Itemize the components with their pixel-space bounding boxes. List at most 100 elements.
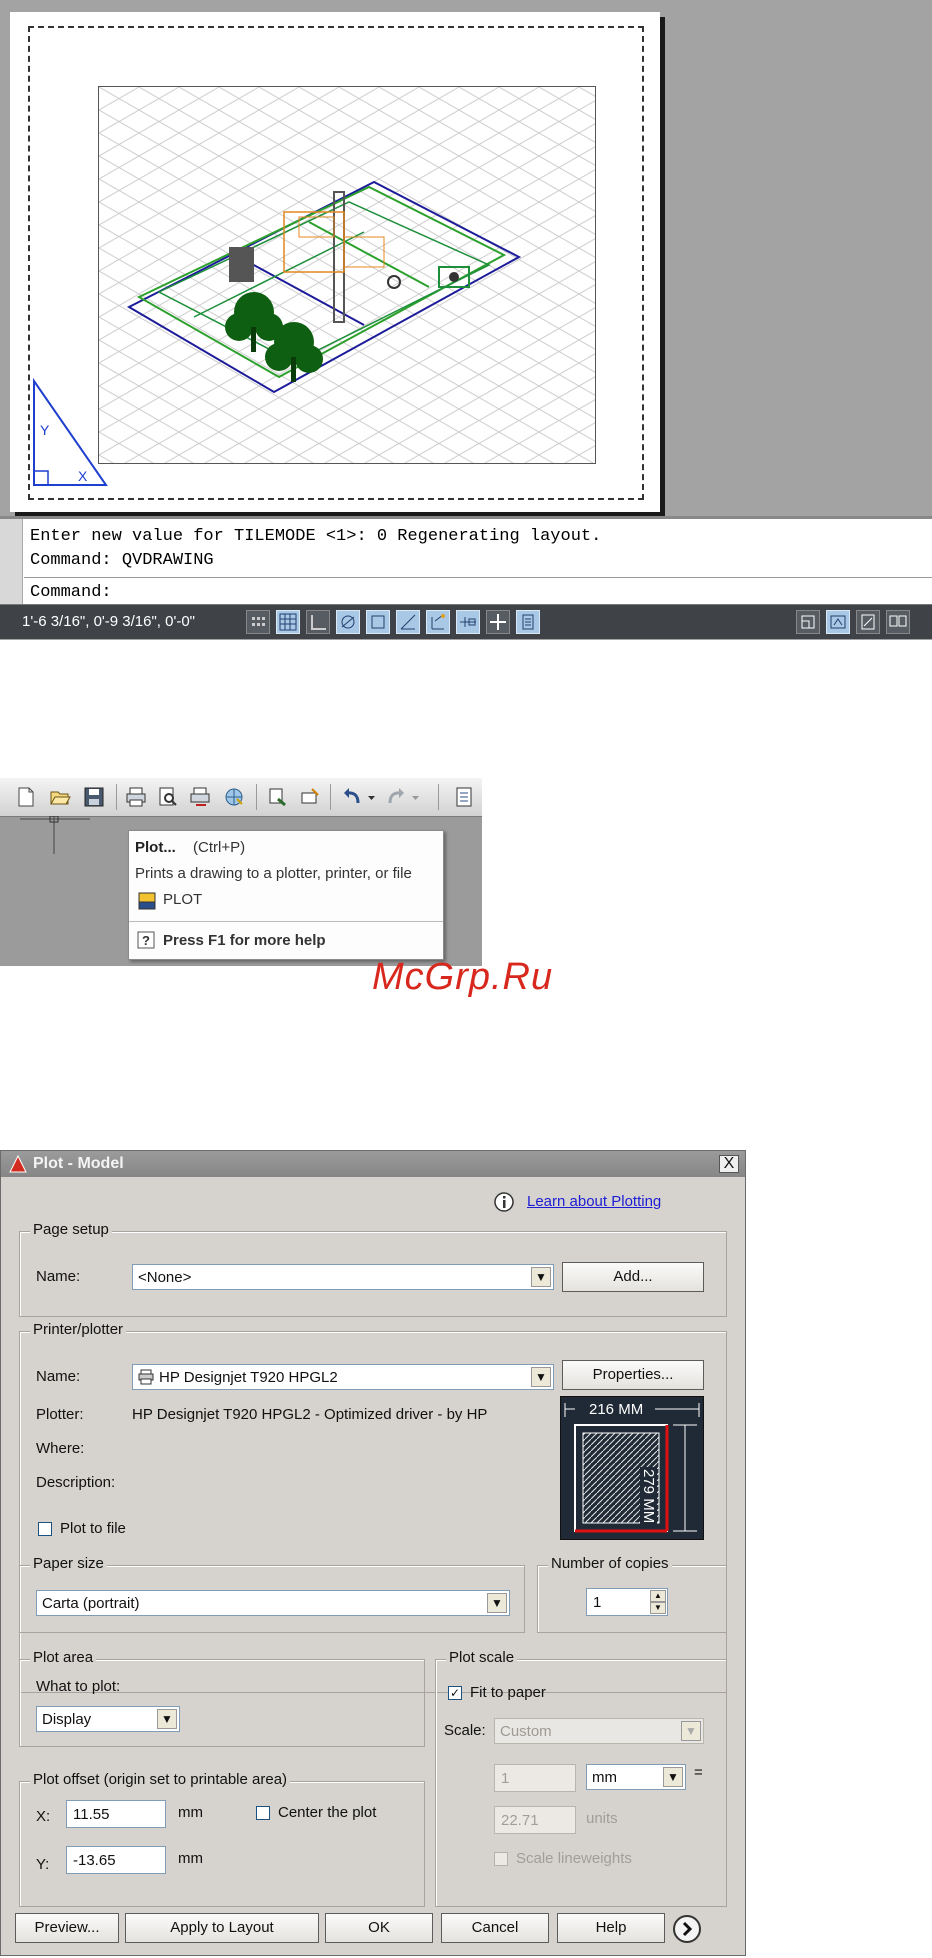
coordinate-display[interactable]: 1'-6 3/16", 0'-9 3/16", 0'-0" xyxy=(22,613,195,630)
tooltip-description: Prints a drawing to a plotter, printer, … xyxy=(135,865,412,882)
equals-sign: = xyxy=(694,1764,703,1781)
scale-unit-value: mm xyxy=(592,1769,617,1786)
plot-to-file-checkbox[interactable] xyxy=(38,1522,52,1536)
paper-preview: 216 MM 279 MM xyxy=(560,1396,704,1540)
chevron-right-icon xyxy=(682,1921,693,1937)
quick-view-layouts-button[interactable] xyxy=(856,610,880,634)
undo-dropdown-icon[interactable] xyxy=(366,785,378,809)
command-window[interactable]: Enter new value for TILEMODE <1>: 0 Rege… xyxy=(0,516,932,607)
copies-value: 1 xyxy=(593,1594,602,1611)
lineweight-toggle[interactable] xyxy=(486,610,510,634)
scale-lineweights-checkbox[interactable] xyxy=(494,1852,508,1866)
offset-x-unit: mm xyxy=(178,1804,203,1821)
offset-y-label: Y: xyxy=(36,1856,50,1873)
center-plot-label: Center the plot xyxy=(278,1804,377,1821)
publish-icon[interactable] xyxy=(188,785,212,809)
chevron-down-icon: ▼ xyxy=(487,1593,507,1613)
plotter-label: Plotter: xyxy=(36,1406,84,1423)
publish-3d-icon[interactable] xyxy=(222,785,246,809)
command-prompt[interactable]: Command: xyxy=(30,583,112,602)
center-plot-checkbox[interactable] xyxy=(256,1806,270,1820)
chevron-down-icon: ▼ xyxy=(531,1367,551,1387)
scale-lineweights-label: Scale lineweights xyxy=(516,1850,632,1867)
plot-scale-group: Plot scale ✓ Fit to paper Scale: Custom … xyxy=(435,1649,727,1907)
apply-to-layout-button[interactable]: Apply to Layout xyxy=(125,1913,319,1943)
close-button[interactable]: X xyxy=(719,1155,739,1173)
polar-toggle[interactable] xyxy=(336,610,360,634)
plot-area-legend: Plot area xyxy=(30,1649,97,1666)
fit-to-paper-label: Fit to paper xyxy=(470,1684,546,1701)
command-history-line-1: Enter new value for TILEMODE <1>: 0 Rege… xyxy=(30,527,602,546)
offset-x-input[interactable]: 11.55 xyxy=(66,1800,166,1828)
otrack-toggle[interactable] xyxy=(396,610,420,634)
matchprop-icon[interactable] xyxy=(266,785,290,809)
undo-icon[interactable] xyxy=(340,785,364,809)
where-label: Where: xyxy=(36,1440,85,1457)
plot-tooltip: Plot... (Ctrl+P) Prints a drawing to a p… xyxy=(128,830,444,960)
redo-dropdown-icon[interactable] xyxy=(410,785,422,809)
plot-scale-legend: Plot scale xyxy=(446,1649,518,1666)
quick-access-toolbar xyxy=(0,778,482,817)
chevron-down-icon: ▼ xyxy=(531,1267,551,1287)
autocad-logo-icon xyxy=(9,1155,27,1173)
block-editor-icon[interactable] xyxy=(298,785,322,809)
save-icon[interactable] xyxy=(82,785,106,809)
quick-view-drawings-button[interactable] xyxy=(886,610,910,634)
printer-properties-button[interactable]: Properties... xyxy=(562,1360,704,1390)
plotter-value: HP Designjet T920 HPGL2 - Optimized driv… xyxy=(132,1406,488,1423)
layout-viewport[interactable] xyxy=(98,86,596,464)
quick-properties-toggle[interactable] xyxy=(516,610,540,634)
help-button[interactable]: Help xyxy=(557,1913,665,1943)
page-setup-name-value: <None> xyxy=(138,1269,192,1286)
open-icon[interactable] xyxy=(48,785,72,809)
ortho-toggle[interactable] xyxy=(306,610,330,634)
plot-dialog: Plot - Model X Learn about Plotting Page… xyxy=(0,1150,746,1956)
isometric-house-drawing xyxy=(99,87,595,463)
offset-y-unit: mm xyxy=(178,1850,203,1867)
ucs-y-label: Y xyxy=(40,422,50,438)
learn-about-plotting-link[interactable]: Learn about Plotting xyxy=(527,1193,661,1210)
plot-area-group: Plot area What to plot: Display ▼ xyxy=(19,1649,425,1747)
scale-numerator-input[interactable]: 1 xyxy=(494,1764,576,1792)
plot-offset-legend: Plot offset (origin set to printable are… xyxy=(30,1771,291,1788)
properties-icon[interactable] xyxy=(452,785,476,809)
grid-toggle[interactable] xyxy=(276,610,300,634)
printer-plotter-group: Printer/plotter Name: HP Designjet T920 … xyxy=(19,1321,727,1693)
dialog-titlebar[interactable]: Plot - Model X xyxy=(1,1151,745,1177)
more-options-button[interactable] xyxy=(673,1915,701,1943)
dialog-title: Plot - Model xyxy=(33,1155,124,1172)
dynamic-input-toggle[interactable] xyxy=(456,610,480,634)
preview-button[interactable]: Preview... xyxy=(15,1913,119,1943)
plot-preview-icon[interactable] xyxy=(156,785,180,809)
osnap-toggle[interactable] xyxy=(366,610,390,634)
what-to-plot-select[interactable]: Display ▼ xyxy=(36,1706,180,1732)
paper-size-select[interactable]: Carta (portrait) ▼ xyxy=(36,1590,510,1616)
scale-denominator-input[interactable]: 22.71 xyxy=(494,1806,576,1834)
ucs-icon: Y X xyxy=(33,377,108,486)
offset-x-value: 11.55 xyxy=(73,1806,110,1823)
ducs-toggle[interactable] xyxy=(426,610,450,634)
plot-command-icon xyxy=(138,892,156,910)
tooltip-command: PLOT xyxy=(163,891,203,908)
printer-name-select[interactable]: HP Designjet T920 HPGL2 ▼ xyxy=(132,1364,554,1390)
redo-icon[interactable] xyxy=(384,785,408,809)
plot-offset-group: Plot offset (origin set to printable are… xyxy=(19,1771,425,1907)
plot-icon[interactable] xyxy=(124,785,148,809)
offset-y-input[interactable]: -13.65 xyxy=(66,1846,166,1874)
cad-layout-window: Y X Enter new value for TILEMODE <1>: 0 … xyxy=(0,0,932,640)
scale-unit-select[interactable]: mm ▼ xyxy=(586,1764,686,1790)
scale-select[interactable]: Custom ▼ xyxy=(494,1718,704,1744)
infer-constraints-toggle[interactable] xyxy=(246,610,270,634)
copies-stepper[interactable]: 1 ▲ ▼ xyxy=(586,1588,668,1616)
layout-button[interactable] xyxy=(826,610,850,634)
spin-up-icon[interactable]: ▲ xyxy=(650,1590,666,1602)
new-icon[interactable] xyxy=(14,785,38,809)
page-setup-name-select[interactable]: <None> ▼ xyxy=(132,1264,554,1290)
cancel-button[interactable]: Cancel xyxy=(441,1913,549,1943)
model-space-button[interactable] xyxy=(796,610,820,634)
fit-to-paper-checkbox[interactable]: ✓ xyxy=(448,1686,462,1700)
add-page-setup-button[interactable]: Add... xyxy=(562,1262,704,1292)
spin-down-icon[interactable]: ▼ xyxy=(650,1602,666,1614)
ok-button[interactable]: OK xyxy=(325,1913,433,1943)
command-window-grip[interactable] xyxy=(0,519,23,607)
